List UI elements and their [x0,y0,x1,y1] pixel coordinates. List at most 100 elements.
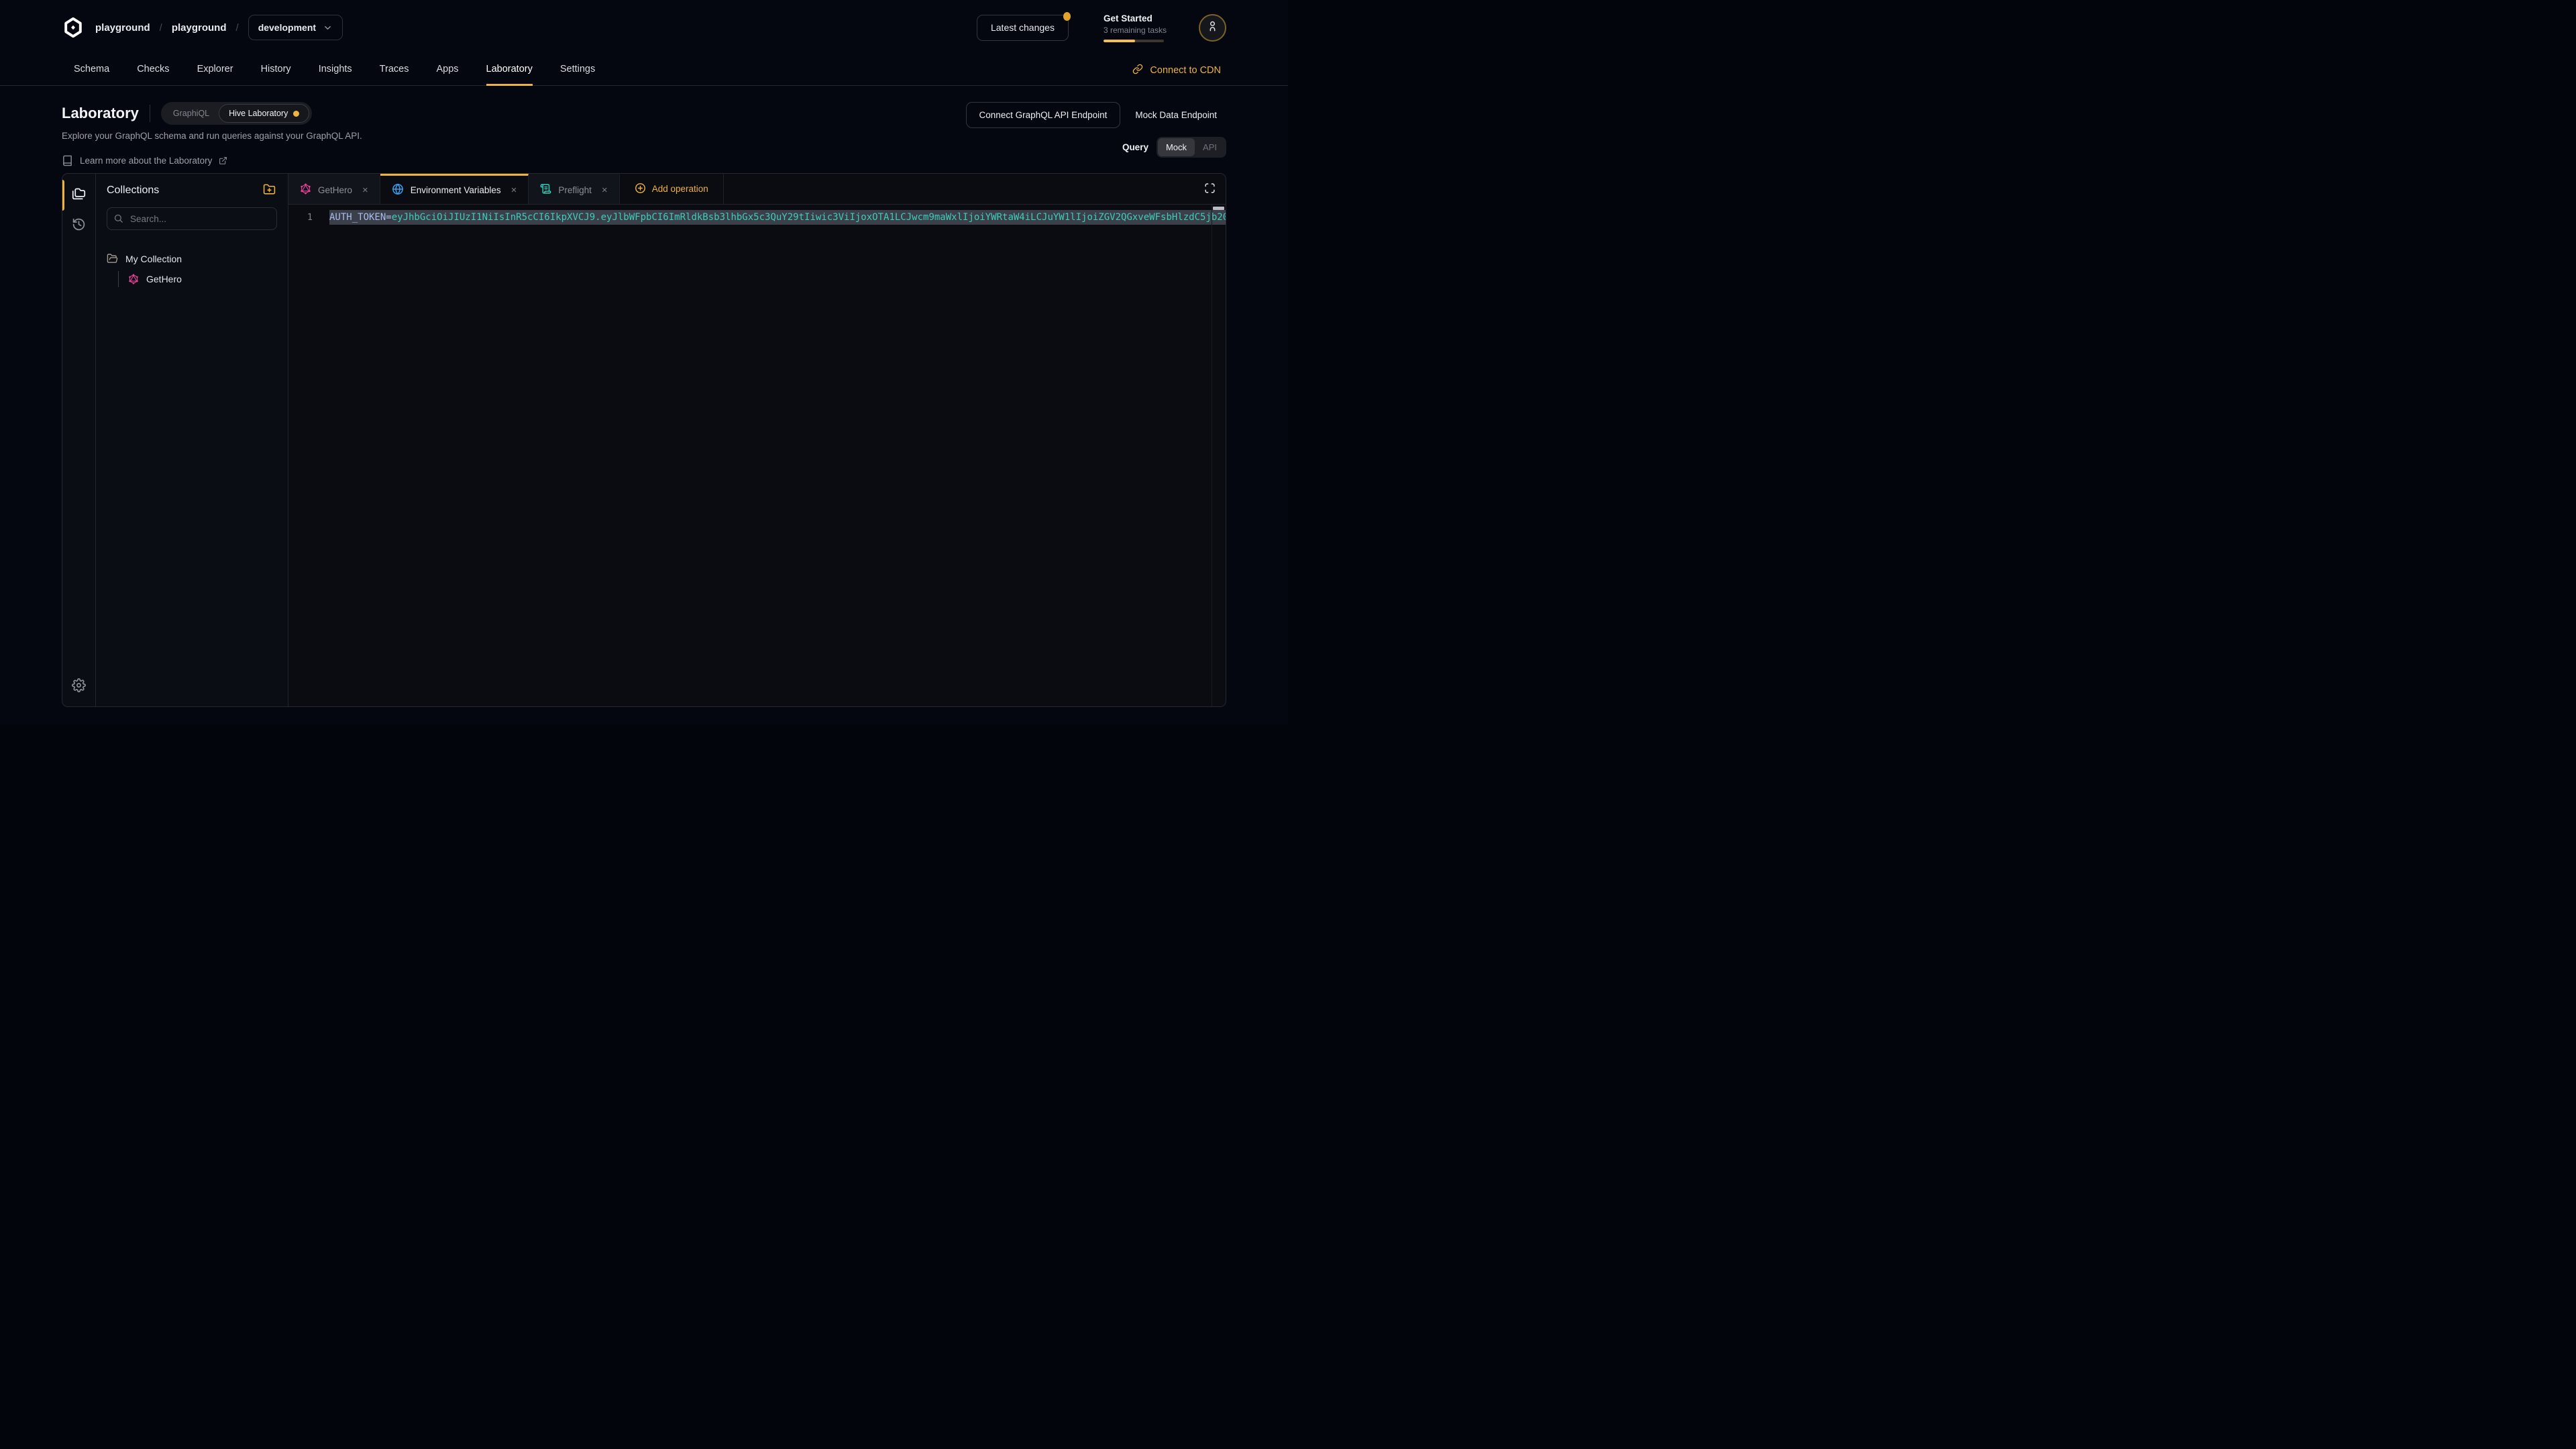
nav-tab-schema[interactable]: Schema [74,55,109,86]
user-icon [1206,19,1219,36]
connect-graphql-endpoint-button[interactable]: Connect GraphQL API Endpoint [966,102,1121,128]
query-mode-mock[interactable]: Mock [1158,138,1195,156]
editor-area: GetHero × Environment Variables × Prefli… [288,174,1226,706]
latest-changes-button[interactable]: Latest changes [977,15,1069,41]
collections-panel: Collections My Collection [96,174,288,706]
page-title: Laboratory [62,105,139,122]
query-mode-api[interactable]: API [1195,138,1225,156]
connect-cdn-link[interactable]: Connect to CDN [1132,55,1221,85]
target-selector[interactable]: development [248,15,343,40]
header-right: Latest changes Get Started 3 remaining t… [977,13,1226,42]
collections-header: Collections [107,182,277,199]
user-avatar[interactable] [1199,14,1226,42]
learn-more-link[interactable]: Learn more about the Laboratory [62,155,362,166]
page-head-left: Laboratory GraphiQL Hive Laboratory Expl… [62,102,362,173]
breadcrumb-separator: / [160,22,162,34]
history-icon [72,217,86,233]
script-icon [540,183,551,197]
endpoint-buttons: Connect GraphQL API Endpoint Mock Data E… [966,102,1226,128]
close-icon[interactable]: × [511,185,517,195]
folder-plus-icon [263,183,276,198]
rail-history-button[interactable] [67,213,91,237]
chevron-down-icon [323,23,333,33]
sidebar-rail [62,174,96,706]
connect-cdn-label: Connect to CDN [1150,65,1221,76]
folders-icon [72,186,86,203]
learn-more-label: Learn more about the Laboratory [80,156,212,166]
tab-preflight[interactable]: Preflight × [529,174,619,204]
nav-tab-traces[interactable]: Traces [380,55,409,86]
nav-tab-history[interactable]: History [261,55,291,86]
latest-changes-label: Latest changes [991,22,1055,33]
scrollbar-thumb[interactable] [1213,207,1224,210]
book-icon [62,155,73,166]
editor-tabbar: GetHero × Environment Variables × Prefli… [288,174,1226,205]
add-operation-label: Add operation [652,184,708,194]
env-var-value: eyJhbGciOiJIUzI1NiIsInR5cCI6IkpXVCJ9.eyJ… [392,212,1226,223]
close-icon[interactable]: × [362,185,368,195]
collection-folder-row[interactable]: My Collection [107,250,277,267]
mode-option-graphiql[interactable]: GraphiQL [164,105,219,122]
operation-row[interactable]: GetHero [128,271,277,287]
page-head: Laboratory GraphiQL Hive Laboratory Expl… [0,86,1288,173]
page-subtitle: Explore your GraphQL schema and run quer… [62,131,362,141]
operation-name: GetHero [146,274,182,284]
mock-data-endpoint-button[interactable]: Mock Data Endpoint [1126,102,1226,128]
fullscreen-button[interactable] [1193,174,1226,204]
rail-settings-button[interactable] [67,674,91,698]
header-left: playground / playground / development [62,15,343,40]
external-link-icon [219,156,227,165]
query-mode-row: Query Mock API [1122,137,1226,158]
nav-tab-laboratory[interactable]: Laboratory [486,55,533,86]
rail-collections-button[interactable] [67,182,91,207]
tab-gethero[interactable]: GetHero × [288,174,380,204]
laboratory-panel: Collections My Collection [62,173,1226,707]
hive-app: playground / playground / development La… [0,0,1288,724]
tab-preflight-label: Preflight [558,185,592,195]
gear-icon [72,678,86,694]
collections-search [107,207,277,230]
target-selector-value: development [258,22,316,33]
project-nav: Schema Checks Explorer History Insights … [0,55,1288,86]
mode-option-hive-label: Hive Laboratory [229,109,288,118]
code-line-1: 1 AUTH_TOKEN=eyJhbGciOiJIUzI1NiIsInR5cCI… [288,210,1226,225]
project-nav-tabs: Schema Checks Explorer History Insights … [74,55,595,85]
line-number: 1 [288,210,318,225]
tabbar-spacer [724,174,1193,204]
plus-circle-icon [635,182,646,196]
link-icon [1132,64,1143,77]
tab-environment-variables-label: Environment Variables [411,185,501,195]
get-started-subtitle: 3 remaining tasks [1104,25,1167,35]
hive-logo-icon[interactable] [62,16,85,39]
get-started-title: Get Started [1104,13,1167,23]
mode-active-dot [293,111,299,117]
env-variables-editor[interactable]: 1 AUTH_TOKEN=eyJhbGciOiJIUzI1NiIsInR5cCI… [288,205,1226,706]
collections-title: Collections [107,184,159,197]
tab-environment-variables[interactable]: Environment Variables × [380,174,529,204]
maximize-icon [1204,182,1216,196]
query-mode-toggle: Mock API [1157,137,1226,158]
breadcrumb-project[interactable]: playground [172,22,227,34]
laboratory-mode-toggle: GraphiQL Hive Laboratory [161,102,312,125]
selected-code-text: AUTH_TOKEN=eyJhbGciOiJIUzI1NiIsInR5cCI6I… [329,210,1226,225]
nav-tab-checks[interactable]: Checks [137,55,169,86]
get-started-widget[interactable]: Get Started 3 remaining tasks [1104,13,1167,42]
breadcrumb: playground / playground / development [95,15,343,40]
globe-icon [392,183,404,197]
search-input[interactable] [107,207,277,230]
close-icon[interactable]: × [602,185,608,195]
graphql-logo-icon [128,274,139,284]
nav-tab-settings[interactable]: Settings [560,55,595,86]
add-collection-button[interactable] [261,182,277,199]
breadcrumb-org[interactable]: playground [95,22,150,34]
top-header: playground / playground / development La… [0,0,1288,55]
get-started-progress [1104,40,1164,42]
get-started-progress-fill [1104,40,1135,42]
nav-tab-apps[interactable]: Apps [436,55,458,86]
search-icon [113,213,123,227]
add-operation-button[interactable]: Add operation [620,174,724,204]
nav-tab-insights[interactable]: Insights [319,55,352,86]
nav-tab-explorer[interactable]: Explorer [197,55,233,86]
mode-option-hive-laboratory[interactable]: Hive Laboratory [219,104,309,123]
collection-name: My Collection [125,254,182,264]
